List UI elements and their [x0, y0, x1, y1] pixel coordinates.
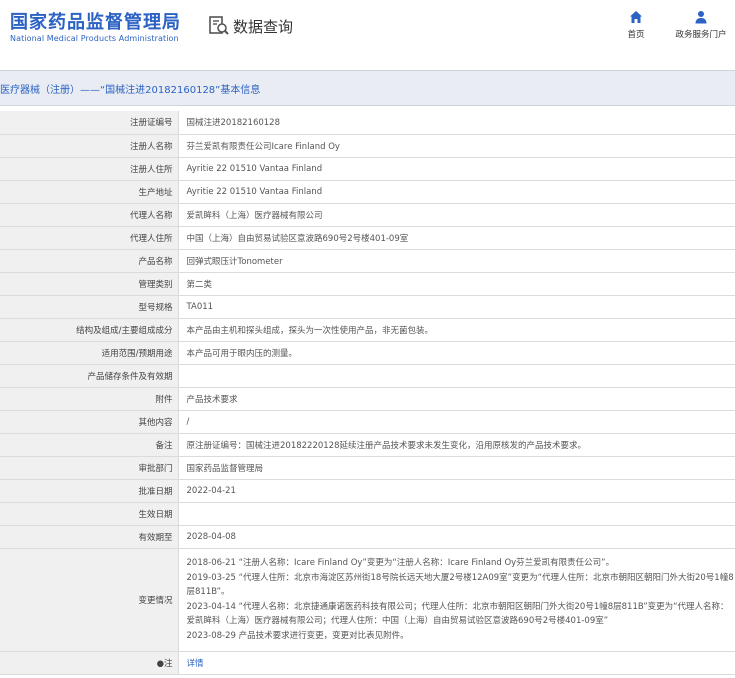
field-value: 本产品由主机和探头组成，探头为一次性使用产品，非无菌包装。: [178, 318, 735, 342]
record-title-bar: 医疗器械（注册）——“国械注进20182160128”基本信息: [0, 70, 735, 106]
data-query-label: 数据查询: [233, 17, 294, 36]
field-value: Ayritie 22 01510 Vantaa Finland: [178, 157, 735, 181]
table-row: 管理类别 第二类: [0, 272, 735, 296]
change-entry: 2018-06-21 “注册人名称：Icare Finland Oy”变更为“注…: [186, 558, 615, 568]
field-value: 产品技术要求: [178, 387, 735, 411]
home-icon: [630, 11, 642, 23]
field-value: 爱凯眸科（上海）医疗器械有限公司: [178, 203, 735, 227]
logo-title[interactable]: 国家药品监督管理局: [10, 8, 181, 34]
nav-service-portal-link[interactable]: 政务服务门户: [670, 10, 732, 40]
field-label: 审批部门: [0, 456, 179, 480]
field-label: 型号规格: [0, 295, 179, 319]
note-marker: ●: [156, 658, 164, 669]
data-query-link[interactable]: 数据查询: [208, 14, 293, 38]
table-row-changes: 变更情况 2018-06-21 “注册人名称：Icare Finland Oy”…: [0, 548, 735, 652]
change-entry: 2023-04-14 “代理人名称：北京捷通康诺医药科技有限公司；代理人住所：北…: [186, 601, 729, 627]
field-value: 芬兰爱凯有限责任公司Icare Finland Oy: [178, 134, 735, 158]
field-label: 备注: [0, 433, 179, 457]
table-row: 代理人名称 爱凯眸科（上海）医疗器械有限公司: [0, 203, 735, 227]
nav-service-label: 政务服务门户: [675, 30, 727, 40]
field-value: 原注册证编号：国械注进20182220128延续注册产品技术要求未发生变化，沿用…: [178, 433, 735, 457]
logo-subtitle: National Medical Products Administration: [10, 34, 179, 43]
field-value: 国械注进20182160128: [178, 111, 735, 135]
field-value: 中国（上海）自由贸易试验区意波路690号2号楼401-09室: [178, 226, 735, 250]
field-label: 注册人名称: [0, 134, 179, 158]
field-label: 变更情况: [0, 548, 179, 652]
details-link[interactable]: 详情: [187, 659, 204, 669]
table-row: 生效日期: [0, 502, 735, 526]
table-row: 生产地址 Ayritie 22 01510 Vantaa Finland: [0, 180, 735, 204]
field-value: [178, 502, 735, 526]
table-row: 批准日期 2022-04-21: [0, 479, 735, 503]
field-value: /: [178, 410, 735, 434]
table-row: 适用范围/预期用途 本产品可用于眼内压的测量。: [0, 341, 735, 365]
table-row-note: ●注 详情: [0, 651, 735, 675]
record-title: 医疗器械（注册）——“国械注进20182160128”基本信息: [0, 85, 261, 96]
field-label: 有效期至: [0, 525, 179, 549]
user-icon: [695, 11, 707, 24]
field-label: 附件: [0, 387, 179, 411]
table-row: 其他内容 /: [0, 410, 735, 434]
field-label: 适用范围/预期用途: [0, 341, 179, 365]
field-value: [178, 364, 735, 388]
nav-home-label: 首页: [627, 30, 645, 40]
field-value: Ayritie 22 01510 Vantaa Finland: [178, 180, 735, 204]
change-entry: 2019-03-25 “代理人住所：北京市海淀区苏州街18号院长远天地大厦2号楼…: [186, 572, 734, 598]
field-value: 2022-04-21: [178, 479, 735, 503]
table-row: 附件 产品技术要求: [0, 387, 735, 411]
field-value: 国家药品监督管理局: [178, 456, 735, 480]
field-label: 注册人住所: [0, 157, 179, 181]
field-label: 注册证编号: [0, 111, 179, 135]
field-label: 结构及组成/主要组成成分: [0, 318, 179, 342]
table-row: 结构及组成/主要组成成分 本产品由主机和探头组成，探头为一次性使用产品，非无菌包装…: [0, 318, 735, 342]
note-value-cell: 详情: [178, 651, 735, 675]
note-label-cell: ●注: [0, 651, 179, 675]
table-row: 备注 原注册证编号：国械注进20182220128延续注册产品技术要求未发生变化，…: [0, 433, 735, 457]
note-label: 注: [163, 658, 173, 669]
change-history: 2018-06-21 “注册人名称：Icare Finland Oy”变更为“注…: [178, 548, 735, 652]
field-label: 管理类别: [0, 272, 179, 296]
table-row: 注册人名称 芬兰爱凯有限责任公司Icare Finland Oy: [0, 134, 735, 158]
site-header: 国家药品监督管理局 National Medical Products Admi…: [0, 0, 735, 62]
registration-detail-table: 注册证编号 国械注进20182160128 注册人名称 芬兰爱凯有限责任公司Icar…: [0, 111, 735, 675]
field-label: 批准日期: [0, 479, 179, 503]
field-label: 代理人住所: [0, 226, 179, 250]
table-row: 产品名称 回弹式眼压计Tonometer: [0, 249, 735, 273]
field-label: 产品名称: [0, 249, 179, 273]
field-label: 产品储存条件及有效期: [0, 364, 179, 388]
field-label: 其他内容: [0, 410, 179, 434]
field-value: 回弹式眼压计Tonometer: [178, 249, 735, 273]
table-row: 审批部门 国家药品监督管理局: [0, 456, 735, 480]
field-label: 代理人名称: [0, 203, 179, 227]
search-document-icon: [209, 16, 229, 35]
table-row: 型号规格 TA011: [0, 295, 735, 319]
change-entry: 2023-08-29 产品技术要求进行变更，变更对比表见附件。: [186, 630, 409, 641]
table-row: 注册人住所 Ayritie 22 01510 Vantaa Finland: [0, 157, 735, 181]
table-row: 代理人住所 中国（上海）自由贸易试验区意波路690号2号楼401-09室: [0, 226, 735, 250]
nav-home-link[interactable]: 首页: [618, 10, 654, 40]
field-value: TA011: [178, 295, 735, 319]
field-value: 第二类: [178, 272, 735, 296]
field-label: 生产地址: [0, 180, 179, 204]
table-row: 有效期至 2028-04-08: [0, 525, 735, 549]
table-row: 注册证编号 国械注进20182160128: [0, 111, 735, 135]
field-value: 本产品可用于眼内压的测量。: [178, 341, 735, 365]
table-row: 产品储存条件及有效期: [0, 364, 735, 388]
field-label: 生效日期: [0, 502, 179, 526]
field-value: 2028-04-08: [178, 525, 735, 549]
